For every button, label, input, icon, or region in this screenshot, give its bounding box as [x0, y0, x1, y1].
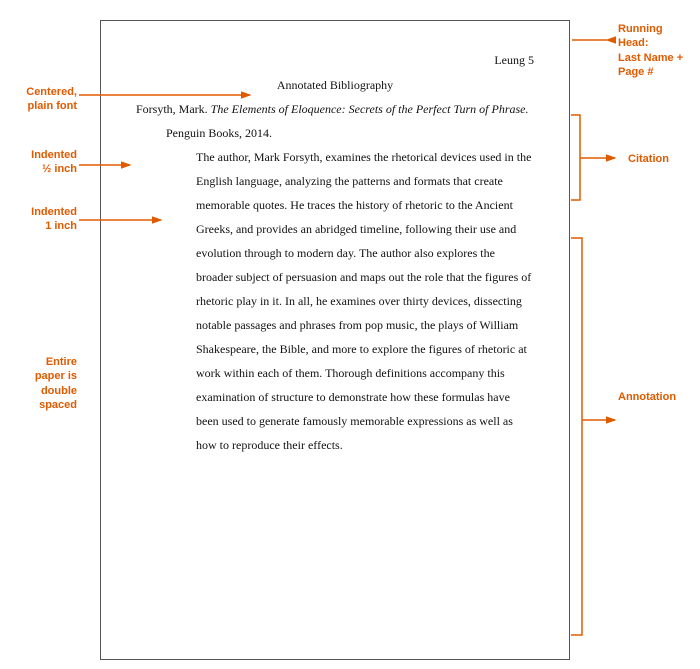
citation-rest: Penguin Books, 2014.	[166, 126, 272, 140]
paper-title: Annotated Bibliography	[136, 73, 534, 97]
label-citation: Citation	[628, 152, 698, 166]
annotation-block: The author, Mark Forsyth, examines the r…	[136, 145, 534, 457]
label-half-inch: Indented½ inch	[2, 148, 77, 177]
citation-title: The Elements of Eloquence: Secrets of th…	[211, 102, 529, 116]
label-running-head: RunningHead:Last Name +Page #	[618, 22, 698, 79]
citation-block: Forsyth, Mark. The Elements of Eloquence…	[136, 97, 534, 145]
label-double-spaced: Entirepaper isdoublespaced	[2, 355, 77, 412]
paper-document: Leung 5 Annotated Bibliography Forsyth, …	[100, 20, 570, 660]
label-annotation: Annotation	[618, 390, 698, 404]
paper-header: Leung 5	[136, 51, 534, 69]
label-one-inch: Indented1 inch	[2, 205, 77, 234]
citation-author: Forsyth, Mark.	[136, 102, 208, 116]
label-centered: Centered,plain font	[2, 85, 77, 114]
header-text: Leung 5	[494, 53, 534, 67]
page-wrapper: Leung 5 Annotated Bibliography Forsyth, …	[0, 0, 700, 669]
